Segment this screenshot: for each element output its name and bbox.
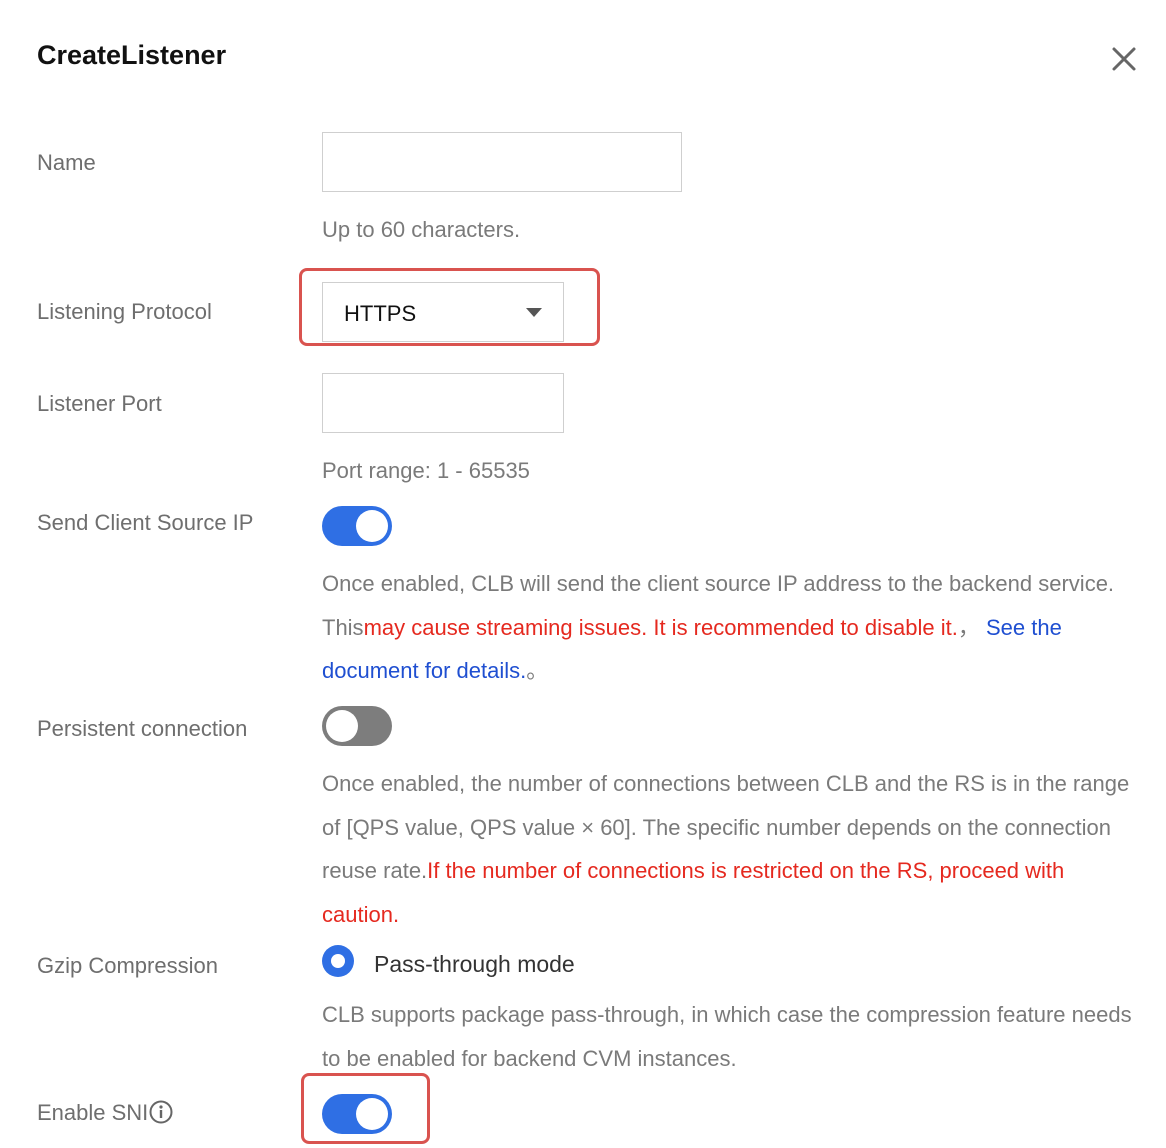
info-icon[interactable] <box>149 1100 173 1124</box>
sni-label: Enable SNI <box>37 1100 173 1126</box>
gzip-label: Gzip Compression <box>37 953 218 978</box>
protocol-selected-value: HTTPS <box>344 301 417 326</box>
client-ip-warning: may cause streaming issues. It is recomm… <box>363 614 958 640</box>
client-ip-end: 。 <box>526 658 549 683</box>
persistent-description: Once enabled, the number of connections … <box>322 762 1142 936</box>
close-icon[interactable] <box>1106 41 1142 77</box>
gzip-description: CLB supports package pass-through, in wh… <box>322 1002 1132 1071</box>
create-listener-dialog: CreateListener Name Up to 60 characters.… <box>0 0 1166 1148</box>
chevron-down-icon <box>526 308 542 317</box>
persistent-toggle[interactable] <box>322 706 392 746</box>
port-input[interactable] <box>322 373 564 433</box>
sni-label-text: Enable SNI <box>37 1100 149 1125</box>
client-ip-description: Once enabled, CLB will send the client s… <box>322 562 1142 693</box>
radio-dot <box>331 954 345 968</box>
port-label: Listener Port <box>37 391 162 416</box>
persistent-label: Persistent connection <box>37 716 248 741</box>
protocol-select[interactable]: HTTPS <box>322 282 564 342</box>
client-ip-label: Send Client Source IP <box>37 510 254 535</box>
client-ip-toggle[interactable] <box>322 506 392 546</box>
client-ip-separator: ， <box>957 614 980 640</box>
toggle-knob <box>326 710 358 742</box>
port-hint: Port range: 1 - 65535 <box>322 458 530 483</box>
protocol-label: Listening Protocol <box>37 299 212 324</box>
name-label: Name <box>37 150 96 175</box>
passthrough-radio-label[interactable]: Pass-through mode <box>374 951 575 978</box>
dialog-title: CreateListener <box>37 40 227 70</box>
persistent-warning: If the number of connections is restrict… <box>322 858 1065 927</box>
name-input[interactable] <box>322 132 682 192</box>
toggle-knob <box>356 1098 388 1130</box>
passthrough-radio[interactable] <box>322 945 354 977</box>
name-hint: Up to 60 characters. <box>322 217 521 242</box>
sni-toggle[interactable] <box>322 1094 392 1134</box>
toggle-knob <box>356 510 388 542</box>
